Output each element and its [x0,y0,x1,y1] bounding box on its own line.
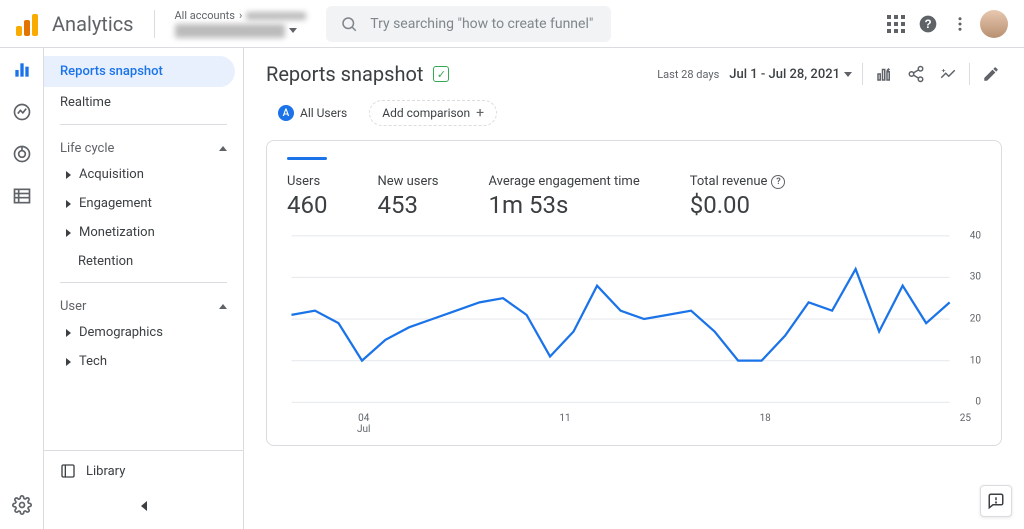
metric-users[interactable]: Users 460 [287,174,327,219]
metric-avg-engagement-time[interactable]: Average engagement time 1m 53s [489,174,640,219]
sidebar-item-realtime[interactable]: Realtime [44,87,243,118]
sidebar-item-engagement[interactable]: Engagement [44,189,243,218]
sidebar-collapse-button[interactable] [44,491,243,521]
page-title: Reports snapshot [266,62,423,86]
sidebar-library[interactable]: Library [44,450,243,491]
feedback-button[interactable] [980,485,1012,517]
search-input[interactable]: Try searching "how to create funnel" [326,6,611,42]
overview-card: Users 460 New users 453 Average engageme… [266,140,1002,446]
date-range-label: Last 28 days [657,68,719,81]
sidebar-section-user[interactable]: User [44,289,243,318]
chevron-up-icon [219,146,227,151]
sidebar-item-reports-snapshot[interactable]: Reports snapshot [44,56,235,87]
chevron-left-icon [141,501,147,511]
rail-reports-icon[interactable] [10,58,34,82]
help-icon[interactable]: ? [916,12,940,36]
plus-icon: + [476,105,484,121]
insights-icon[interactable] [937,63,959,85]
chip-all-users[interactable]: A All Users [266,100,359,126]
account-prefix: All accounts [175,9,235,22]
rail-admin-icon[interactable] [10,493,34,517]
sidebar-item-demographics[interactable]: Demographics [44,318,243,347]
sidebar-section-lifecycle[interactable]: Life cycle [44,131,243,160]
metric-new-users[interactable]: New users 453 [377,174,438,219]
chip-badge: A [278,105,294,121]
rail-explore-icon[interactable] [10,100,34,124]
main-content: Reports snapshot ✓ Last 28 days Jul 1 - … [244,48,1024,529]
active-tab-indicator [287,157,327,160]
sidebar-item-retention[interactable]: Retention [44,247,243,276]
apps-icon[interactable] [884,12,908,36]
app-header: Analytics All accounts › Try searching "… [0,0,1024,48]
more-vert-icon[interactable] [948,12,972,36]
chevron-up-icon [219,304,227,309]
sidebar: Reports snapshot Realtime Life cycle Acq… [44,48,244,529]
nav-rail [0,48,44,529]
chevron-down-icon [289,28,297,33]
chevron-down-icon [844,72,852,77]
account-selector[interactable]: All accounts › [175,9,307,38]
edit-icon[interactable] [980,63,1002,85]
chip-add-comparison[interactable]: Add comparison + [369,100,497,126]
rail-configure-icon[interactable] [10,184,34,208]
library-icon [60,463,76,479]
customize-report-icon[interactable] [873,63,895,85]
search-icon [340,15,358,33]
verified-check-icon: ✓ [433,66,449,82]
search-placeholder: Try searching "how to create funnel" [370,16,593,32]
metric-total-revenue[interactable]: Total revenue ? $0.00 [690,174,786,219]
analytics-logo-icon [16,12,40,36]
sidebar-item-acquisition[interactable]: Acquisition [44,160,243,189]
svg-text:?: ? [924,18,931,31]
info-icon[interactable]: ? [771,175,785,189]
date-range-picker[interactable]: Jul 1 - Jul 28, 2021 [729,67,852,82]
rail-advertising-icon[interactable] [10,142,34,166]
user-avatar[interactable] [980,10,1008,38]
product-name: Analytics [52,12,134,36]
users-chart: 010203040 [287,229,981,409]
share-icon[interactable] [905,63,927,85]
sidebar-item-tech[interactable]: Tech [44,347,243,376]
sidebar-item-monetization[interactable]: Monetization [44,218,243,247]
